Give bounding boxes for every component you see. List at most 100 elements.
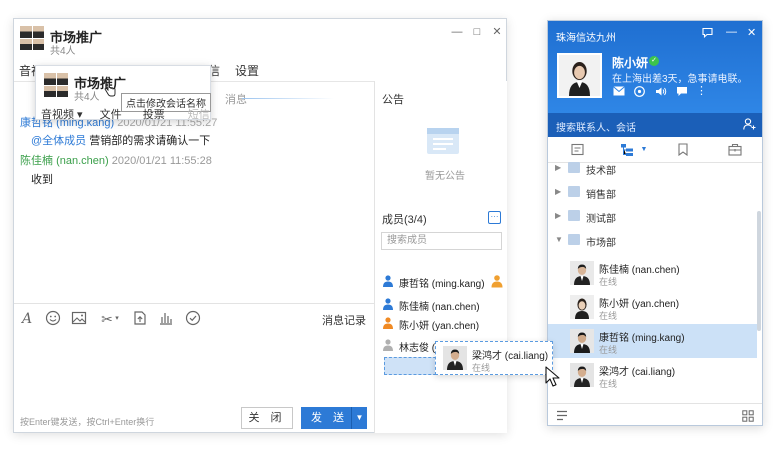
chart-icon[interactable] [157, 310, 175, 328]
hand-cursor-icon [104, 82, 116, 97]
person-icon [383, 298, 393, 310]
user-name: 陈小妍 [612, 56, 649, 70]
popup-menu-vote[interactable]: 投票 [143, 109, 165, 121]
dept-row[interactable]: ▶ 技术部 [548, 158, 762, 180]
member-search-input[interactable]: 搜索成员 [381, 232, 502, 250]
chat-header: 市场推广 共4人 — □ ✕ [14, 19, 506, 57]
menu-icon[interactable] [556, 410, 568, 422]
tab-toolbox-icon[interactable] [728, 143, 742, 157]
dept-name: 销售部 [586, 190, 616, 201]
sender-name: 陈佳楠 [20, 155, 53, 167]
popup-menu-av[interactable]: 音视频 ▾ [41, 109, 83, 121]
tab-messages-icon[interactable] [570, 143, 584, 157]
send-options-icon[interactable]: ▼ [351, 407, 367, 429]
message-time: 2020/01/21 11:55:28 [111, 155, 212, 167]
chat-toolbar: A ✂ ▾ 消息记录 [14, 303, 374, 333]
member-name: 康哲铭 (ming.kang) [399, 279, 485, 290]
contact-search-bar[interactable]: 搜索联系人、会话 [548, 113, 762, 137]
dept-row[interactable]: ▶ 测试部 [548, 206, 762, 228]
chevron-down-icon[interactable]: ▾ [113, 310, 121, 328]
group-avatar[interactable] [20, 26, 44, 50]
compass-icon[interactable] [633, 86, 646, 97]
owner-icon [491, 275, 503, 288]
mention[interactable]: @全体成员 [31, 135, 86, 147]
expand-arrow-icon[interactable]: ▶ [555, 163, 561, 172]
apps-grid-icon[interactable] [742, 410, 754, 422]
contact-row[interactable]: 梁鸿才 (cai.liang) 在线 [548, 358, 757, 392]
contact-row[interactable]: 陈小妍 (yan.chen) 在线 [548, 290, 757, 324]
contact-name: 梁鸿才 (cai.liang) [599, 367, 676, 378]
minimize-button[interactable]: — [450, 25, 464, 39]
mouse-pointer-icon [545, 366, 560, 387]
contact-status: 在线 [599, 379, 618, 389]
menu-settings[interactable]: 设置 [235, 62, 259, 79]
notice-title: 公告 [382, 94, 404, 106]
chevron-down-icon[interactable]: ▼ [640, 143, 648, 157]
contact-search-input[interactable]: 搜索联系人、会话 [556, 119, 636, 134]
faded-message: 消息 [225, 94, 247, 106]
close-button[interactable]: 关 闭 [241, 407, 293, 429]
person-icon [383, 275, 393, 287]
member-name: 陈佳楠 (nan.chen) [399, 302, 480, 313]
user-signature[interactable]: 在上海出差3天，急事请电联。 [612, 70, 748, 85]
scrollbar[interactable] [757, 211, 761, 331]
dept-name: 技术部 [586, 166, 616, 177]
avatar [570, 295, 594, 319]
image-icon[interactable] [70, 310, 88, 328]
group-chat-window: 市场推广 共4人 — □ ✕ 音视 设置 信 消息 康哲铭 (ming.kang… [13, 18, 507, 433]
avatar[interactable] [557, 53, 602, 98]
file-upload-icon[interactable] [131, 310, 149, 328]
maximize-button[interactable]: □ [470, 25, 484, 39]
dept-row[interactable]: ▼ 市场部 [548, 230, 762, 252]
contact-status: 在线 [599, 311, 618, 321]
more-vertical-icon[interactable]: ⋮ [696, 86, 707, 97]
collapse-arrow-icon[interactable]: ▼ [555, 235, 563, 244]
contact-name: 陈小妍 (yan.chen) [599, 299, 680, 310]
tab-org-icon[interactable] [620, 143, 634, 157]
member-row[interactable]: 康哲铭 (ming.kang) [381, 273, 505, 291]
send-label: 发 送 [311, 412, 349, 424]
expand-arrow-icon[interactable]: ▶ [555, 187, 561, 196]
dragged-contact-card[interactable]: 梁鸿才 (cai.liang) 在线 [435, 341, 553, 375]
org-tree[interactable]: ▶ 技术部 ▶ 销售部 ▶ 测试部 ▼ 市场部 陈佳楠 (nan.chen) 在… [548, 162, 762, 403]
minimize-button[interactable]: — [726, 26, 737, 38]
message-text[interactable]: @全体成员 营销部的需求请确认一下 [31, 132, 210, 148]
history-link[interactable]: 消息记录 [322, 312, 366, 328]
message-input[interactable]: 按Enter键发送，按Ctrl+Enter换行 关 闭 发 送 ▼ [14, 333, 374, 433]
popup-menu-file[interactable]: 文件 [100, 109, 122, 121]
more-icon[interactable]: ··· [488, 211, 501, 224]
org-name: 珠海信达九州 [556, 33, 616, 44]
speaker-icon[interactable] [654, 86, 667, 97]
member-row[interactable]: 陈佳楠 (nan.chen) [381, 296, 505, 314]
dept-row[interactable]: ▶ 销售部 [548, 182, 762, 204]
check-circle-icon[interactable] [184, 310, 202, 328]
close-window-button[interactable]: ✕ [747, 26, 756, 39]
folder-icon [568, 186, 580, 197]
avatar [570, 261, 594, 285]
message-sender: 陈佳楠 (nan.chen) 2020/01/21 11:55:28 [20, 152, 212, 168]
message-icon[interactable] [675, 86, 688, 97]
send-button[interactable]: 发 送 ▼ [301, 407, 367, 429]
close-window-button[interactable]: ✕ [490, 25, 504, 39]
expand-arrow-icon[interactable]: ▶ [555, 211, 561, 220]
notice-empty-text: 暂无公告 [425, 171, 465, 182]
popup-menu-sms[interactable]: 短信 [188, 109, 210, 121]
person-icon [383, 317, 393, 329]
separator [242, 98, 334, 99]
message-text[interactable]: 收到 [31, 171, 53, 187]
contact-row[interactable]: 陈佳楠 (nan.chen) 在线 [548, 256, 757, 290]
sender-handle: (nan.chen) [56, 155, 109, 167]
contact-status: 在线 [599, 277, 618, 287]
dept-name: 测试部 [586, 214, 616, 225]
font-icon[interactable]: A [18, 310, 36, 328]
contact-footer [548, 403, 762, 425]
chat-bubble-icon[interactable] [702, 27, 713, 41]
contact-row-selected[interactable]: 康哲铭 (ming.kang) 在线 [548, 324, 757, 358]
add-contact-icon[interactable] [743, 118, 756, 133]
profile-header: 珠海信达九州 — ✕ 陈小妍 ✓ 在上海出差3天，急事请电联。 ⋮ [548, 21, 762, 113]
message-content: 营销部的需求请确认一下 [89, 135, 211, 147]
contact-status: 在线 [599, 345, 618, 355]
mail-icon[interactable] [612, 86, 625, 97]
emoji-icon[interactable] [44, 310, 62, 328]
tab-bookmark-icon[interactable] [676, 143, 690, 157]
